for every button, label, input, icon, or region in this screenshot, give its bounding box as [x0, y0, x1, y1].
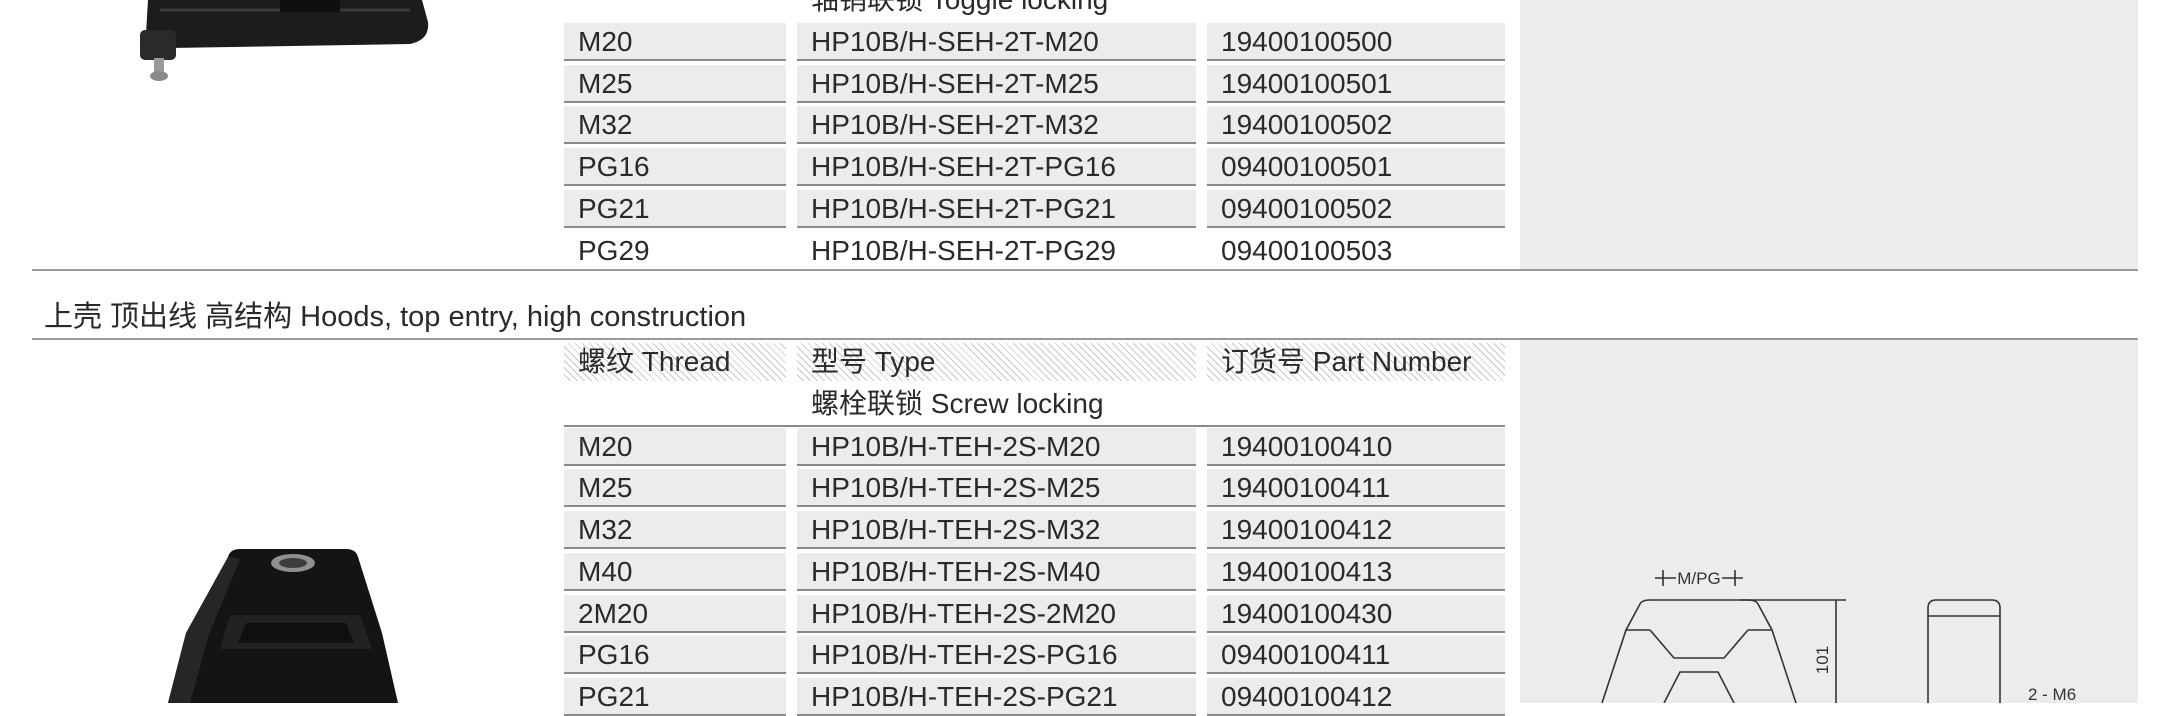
table-row-part: 09400100501: [1207, 148, 1505, 186]
drawing-label-height: 101: [1813, 646, 1832, 674]
technical-drawing: M/PG 101 2 - M6: [1601, 569, 2076, 703]
table-row-thread: M40: [564, 553, 786, 591]
section-divider: [32, 269, 2138, 271]
table-row-type: HP10B/H-SEH-2T-PG16: [797, 148, 1196, 186]
table-row-type: HP10B/H-SEH-2T-PG29: [811, 235, 1116, 266]
table-row-thread: M20: [564, 428, 786, 466]
product-photo-hood: [168, 549, 398, 703]
table-row-type: HP10B/H-SEH-2T-PG21: [797, 190, 1196, 228]
top-subheader-locking: 轴销联锁 Toggle locking: [811, 0, 1108, 19]
table-row-part: 09400100502: [1207, 190, 1505, 228]
table-row-part: 19400100500: [1207, 23, 1505, 61]
table-row-part: 19400100410: [1207, 428, 1505, 466]
section-title: 上壳 顶出线 高结构 Hoods, top entry, high constr…: [44, 301, 747, 333]
table-row-part: 19400100430: [1207, 595, 1505, 633]
table-row-thread: 2M20: [564, 595, 786, 633]
table-row-thread: PG29: [578, 235, 650, 266]
table-row-part: 19400100502: [1207, 106, 1505, 144]
drawing-panel-top: [1520, 0, 2138, 269]
table-row-part: 09400100503: [1221, 235, 1393, 266]
drawing-label-thread: M/PG: [1677, 569, 1720, 588]
table-row-type: HP10B/H-TEH-2S-2M20: [797, 595, 1196, 633]
table-row-type: HP10B/H-TEH-2S-M32: [797, 511, 1196, 549]
drawing-label-screw: 2 - M6: [2028, 685, 2076, 703]
table-row-type: HP10B/H-SEH-2T-M32: [797, 106, 1196, 144]
table-row-type: HP10B/H-TEH-2S-M20: [797, 428, 1196, 466]
table-row-thread: PG21: [564, 190, 786, 228]
subheader-locking: 螺栓联锁 Screw locking: [811, 388, 1104, 419]
table-row-part: 09400100412: [1207, 678, 1505, 716]
table-row-type: HP10B/H-TEH-2S-PG21: [797, 678, 1196, 716]
table-row-thread: PG16: [564, 148, 786, 186]
table-row-thread: M32: [564, 106, 786, 144]
table-row-part: 19400100413: [1207, 553, 1505, 591]
table-row-thread: M32: [564, 511, 786, 549]
table-row-thread: M25: [564, 65, 786, 103]
table-row-type: HP10B/H-TEH-2S-PG16: [797, 636, 1196, 674]
table-row-thread: M25: [564, 469, 786, 507]
table-row-part: 19400100411: [1207, 469, 1505, 507]
table-row-part: 19400100501: [1207, 65, 1505, 103]
column-header-part-number: 订货号 Part Number: [1207, 343, 1505, 381]
product-photo-top: [140, 0, 429, 81]
subheader-divider: [564, 425, 1505, 427]
table-row-type: HP10B/H-TEH-2S-M40: [797, 553, 1196, 591]
table-row-type: HP10B/H-SEH-2T-M20: [797, 23, 1196, 61]
column-header-thread: 螺纹 Thread: [564, 343, 786, 381]
table-row-thread: M20: [564, 23, 786, 61]
table-row-thread: PG21: [564, 678, 786, 716]
table-row-part: 09400100411: [1207, 636, 1505, 674]
table-row-type: HP10B/H-TEH-2S-M25: [797, 469, 1196, 507]
column-header-type: 型号 Type: [797, 343, 1196, 381]
table-row-thread: PG16: [564, 636, 786, 674]
table-row-part: 19400100412: [1207, 511, 1505, 549]
table-row-type: HP10B/H-SEH-2T-M25: [797, 65, 1196, 103]
